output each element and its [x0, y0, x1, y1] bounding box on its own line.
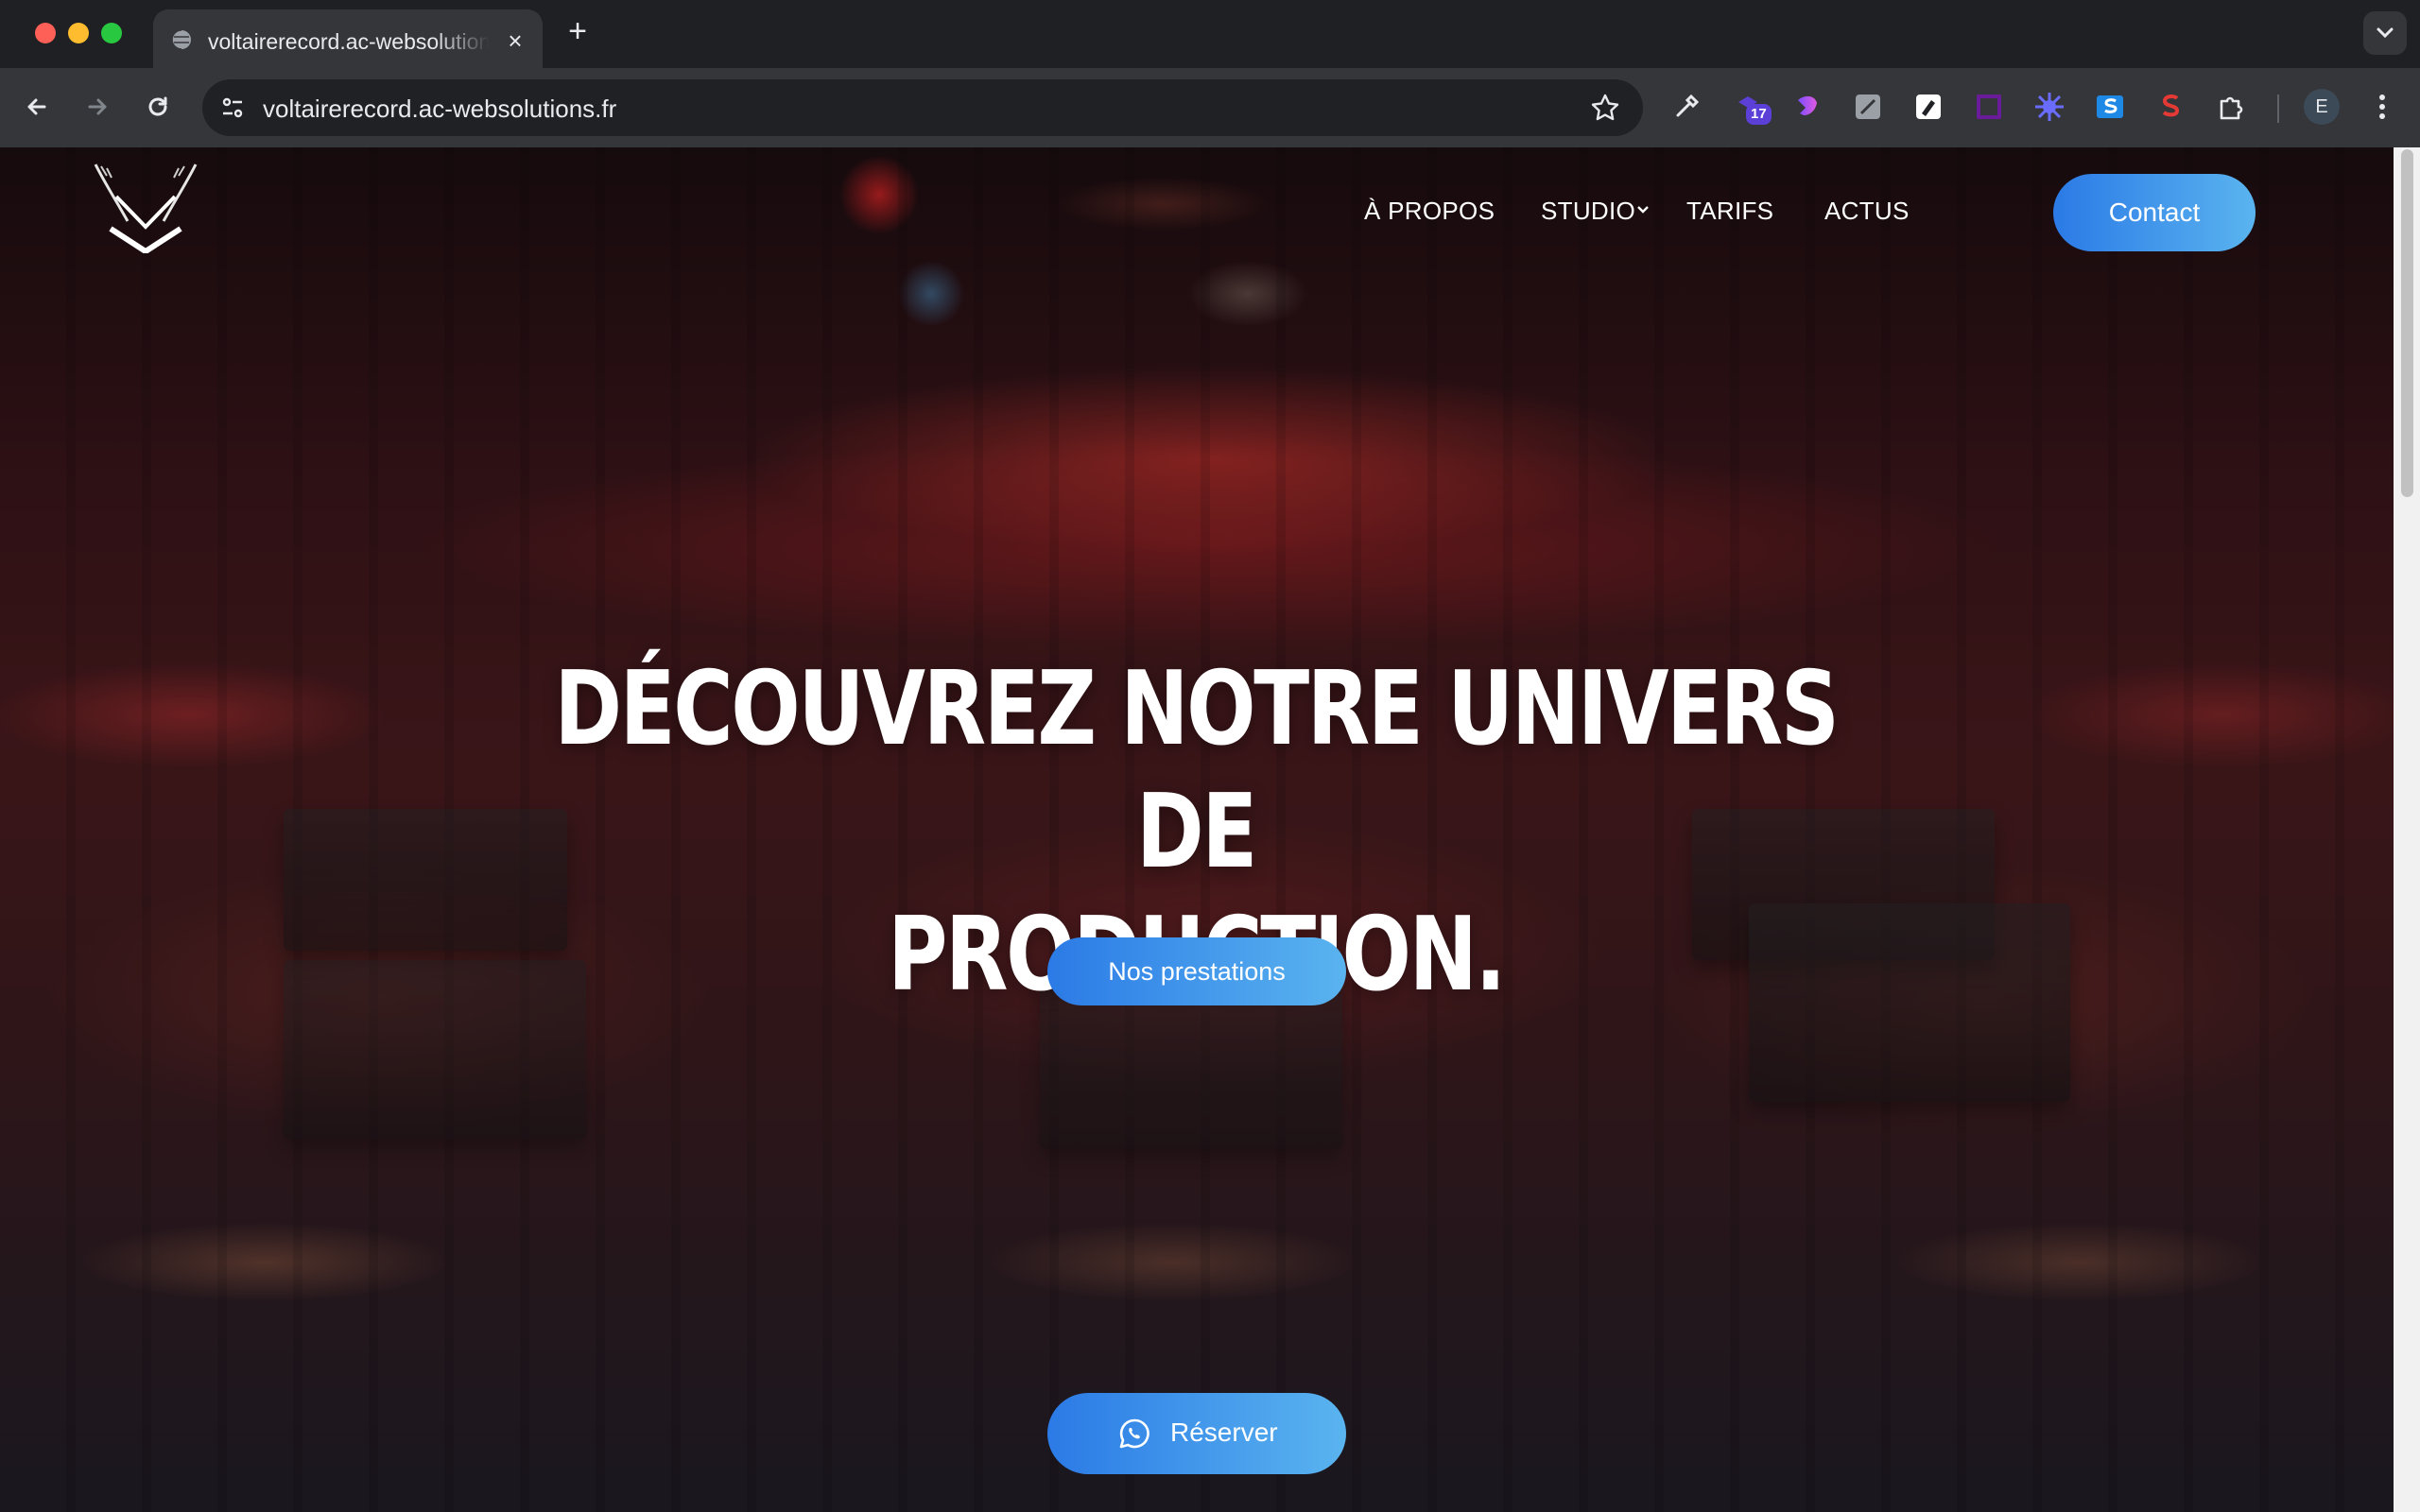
close-icon[interactable]: ×: [505, 28, 526, 53]
extension-pen-icon[interactable]: [1910, 89, 1946, 125]
maximize-window-button[interactable]: [101, 23, 122, 43]
reserve-button[interactable]: Réserver: [1047, 1393, 1346, 1474]
page-viewport: À PROPOS STUDIO TARIFS ACTUS Contact DÉC…: [0, 147, 2394, 1512]
minimize-window-button[interactable]: [68, 23, 89, 43]
reserve-button-label: Réserver: [1170, 1418, 1278, 1447]
avatar[interactable]: E: [2304, 89, 2340, 125]
plus-icon[interactable]: +: [563, 15, 592, 47]
url-text[interactable]: voltairerecord.ac-websolutions.fr: [263, 94, 616, 124]
nav-link-a-propos[interactable]: À PROPOS: [1364, 197, 1495, 226]
site-info-icon[interactable]: [216, 91, 250, 125]
forward-icon[interactable]: [79, 89, 115, 125]
page-scrollbar[interactable]: [2394, 147, 2420, 1512]
extension-gradient-icon[interactable]: [1789, 89, 1825, 125]
globe-icon: [170, 28, 193, 51]
browser-tab-active[interactable]: voltairerecord.ac-websolutions.fr ×: [153, 9, 543, 68]
browser-tab-bar: voltairerecord.ac-websolutions.fr × +: [0, 0, 2420, 68]
extension-burst-icon[interactable]: [2031, 89, 2067, 125]
tab-title: voltairerecord.ac-websolutions.fr: [208, 29, 490, 54]
eyedropper-icon[interactable]: [1668, 89, 1704, 125]
hero-title-line-1: DÉCOUVREZ NOTRE UNIVERS DE: [554, 650, 1840, 891]
nav-link-actus[interactable]: ACTUS: [1824, 197, 1910, 226]
back-icon[interactable]: [19, 89, 55, 125]
nav-link-tarifs[interactable]: TARIFS: [1686, 197, 1773, 226]
browser-toolbar: voltairerecord.ac-websolutions.fr 17 E: [0, 68, 2420, 147]
puzzle-icon[interactable]: [2213, 89, 2249, 125]
tab-search-button[interactable]: [2363, 11, 2407, 55]
prestations-button[interactable]: Nos prestations: [1047, 937, 1346, 1005]
extension-grey-icon[interactable]: [1850, 89, 1886, 125]
contact-button[interactable]: Contact: [2053, 174, 2256, 251]
kebab-icon[interactable]: [2368, 89, 2396, 125]
star-icon[interactable]: [1588, 91, 1622, 125]
chevron-down-icon: [2377, 27, 2394, 39]
chevron-down-icon[interactable]: [1635, 202, 1651, 217]
close-window-button[interactable]: [35, 23, 56, 43]
extension-frame-icon[interactable]: [1971, 89, 2007, 125]
extension-s-icon[interactable]: [2092, 89, 2128, 125]
reload-icon[interactable]: [140, 89, 176, 125]
nav-link-studio[interactable]: STUDIO: [1541, 197, 1635, 226]
extension-counter-icon[interactable]: 17: [1733, 89, 1772, 125]
logo-icon[interactable]: [90, 159, 201, 255]
extension-badge: 17: [1746, 104, 1772, 125]
toolbar-divider: [2277, 94, 2279, 123]
extension-seo-icon[interactable]: [2152, 89, 2188, 125]
address-bar[interactable]: voltairerecord.ac-websolutions.fr: [202, 79, 1643, 136]
whatsapp-icon: [1117, 1417, 1151, 1451]
scrollbar-thumb[interactable]: [2401, 149, 2413, 497]
